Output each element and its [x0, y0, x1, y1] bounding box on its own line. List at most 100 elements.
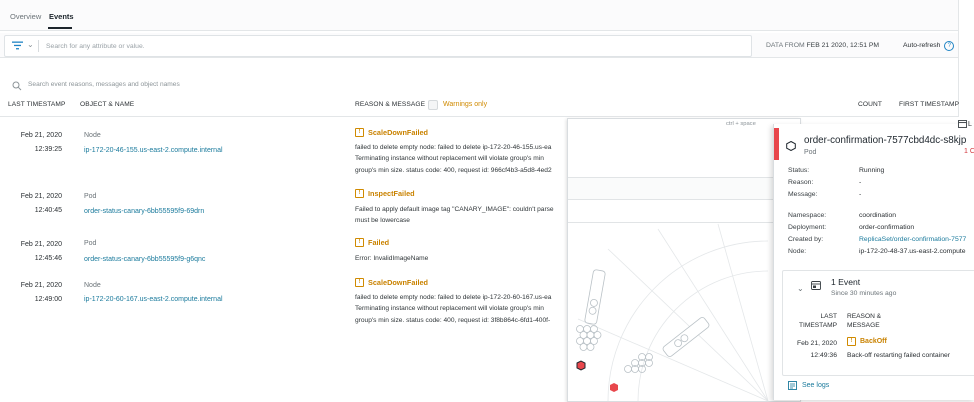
filter-icon[interactable] [12, 41, 23, 50]
field-value: Running [859, 167, 885, 174]
tab-events[interactable]: Events [49, 12, 74, 21]
row-reason-label: InspectFailed [368, 189, 415, 198]
col-count[interactable]: COUNT [858, 101, 882, 108]
events-icon [811, 281, 821, 290]
event-reason-label: BackOff [860, 338, 887, 345]
warnings-only-toggle[interactable]: Warnings only [428, 99, 487, 110]
field-value: - [859, 191, 862, 198]
events-since: Since 30 minutes ago [831, 290, 897, 297]
event-search [10, 80, 350, 92]
event-reason: ! BackOff [847, 337, 887, 346]
warning-icon: ! [355, 238, 364, 247]
col-object-name[interactable]: OBJECT & NAME [80, 101, 134, 108]
panel-label-fragment: L [968, 121, 972, 128]
row-date: Feb 21, 2020 [20, 241, 62, 248]
pod-cluster[interactable] [624, 353, 653, 373]
field-key: Status: [788, 167, 810, 174]
node-shape[interactable] [584, 269, 606, 325]
header-line: MESSAGE [847, 322, 880, 329]
created-by-link[interactable]: ReplicaSet/order-confirmation-7577 [859, 236, 966, 243]
row-message-line: failed to delete empty node: failed to d… [355, 144, 552, 151]
data-from-label: DATA FROM [766, 42, 805, 49]
row-reason: ! Failed [355, 238, 389, 247]
pod-detail-panel: order-confirmation-7577cbd4dc-s8kjp Pod … [773, 124, 974, 400]
field-value: ip-172-20-48-37.us-east-2.compute [859, 248, 966, 255]
row-time: 12:39:25 [34, 146, 62, 153]
row-message-line: Error: InvalidImageName [355, 255, 429, 262]
cluster-map-panel[interactable]: ctrl + space [567, 118, 801, 402]
row-kind: Node [84, 132, 101, 139]
search-icon [12, 81, 22, 91]
field-key: Message: [788, 191, 818, 198]
status-indicator-bar [774, 128, 779, 160]
critical-pod-marker[interactable] [610, 383, 618, 392]
chevron-down-icon[interactable]: ⌄ [797, 284, 804, 293]
row-reason-label: ScaleDownFailed [368, 128, 429, 137]
node-shape[interactable] [662, 316, 710, 357]
field-key: Created by: [788, 236, 824, 243]
data-from-value: FEB 21 2020, 12:51 PM [806, 42, 880, 49]
header-line: TIMESTAMP [799, 322, 837, 329]
help-icon[interactable]: ? [944, 41, 955, 51]
event-message: Back-off restarting failed container [847, 352, 951, 359]
col-reason-message[interactable]: REASON & MESSAGE [355, 101, 425, 108]
row-message: failed to delete empty node: failed to d… [355, 142, 567, 176]
warning-icon: ! [847, 337, 856, 346]
row-object-link[interactable]: ip-172-20-46-155.us-east-2.compute.inter… [84, 147, 223, 154]
tab-overview[interactable]: Overview [10, 12, 41, 21]
warning-icon: ! [355, 189, 364, 198]
col-last-timestamp[interactable]: LAST TIMESTAMP [8, 101, 65, 108]
issue-count[interactable]: 1 C [964, 148, 974, 155]
row-object-link[interactable]: order-status-canary-6bb55595f9-69drn [84, 208, 204, 215]
auto-refresh-toggle[interactable]: Auto-refresh ? [903, 41, 955, 51]
row-message-line: group's min size. status code: 400, requ… [355, 166, 552, 174]
row-kind: Node [84, 282, 101, 289]
col-first-timestamp[interactable]: FIRST TIMESTAMP [899, 101, 959, 108]
row-reason-label: Failed [368, 238, 390, 247]
events-section: ⌄ 1 Event Since 30 minutes ago LAST TIME… [782, 270, 974, 376]
row-time: 12:40:45 [34, 207, 62, 214]
row-timestamp: Feb 21, 2020 12:49:00 [0, 279, 62, 307]
pod-cluster[interactable] [576, 325, 602, 351]
field-key: Namespace: [788, 212, 827, 219]
data-from-range[interactable]: DATA FROM FEB 21 2020, 12:51 PM [766, 42, 879, 49]
event-time: 12:49:36 [810, 352, 837, 359]
filter-search-input[interactable] [44, 39, 738, 54]
filter-bar: ⌄ DATA FROM FEB 21 2020, 12:51 PM Auto-r… [0, 33, 958, 58]
field-key: Deployment: [788, 224, 827, 231]
row-object-link[interactable]: ip-172-20-60-167.us-east-2.compute.inter… [84, 296, 223, 303]
logs-icon [788, 381, 797, 390]
field-key: Node: [788, 248, 807, 255]
panel-icon[interactable] [958, 120, 967, 128]
field-value: - [859, 179, 862, 186]
critical-pod-marker[interactable] [576, 360, 586, 371]
see-logs-link[interactable]: See logs [788, 381, 829, 390]
active-tab-indicator [48, 27, 72, 29]
warning-icon: ! [355, 128, 364, 137]
pod-kind: Pod [804, 149, 817, 156]
row-reason: ! ScaleDownFailed [355, 128, 428, 137]
filter-box: ⌄ [4, 35, 752, 57]
row-reason-label: ScaleDownFailed [368, 278, 429, 287]
row-message-line: must be lowercase [355, 217, 410, 225]
event-search-input[interactable] [26, 80, 330, 89]
right-divider [958, 0, 959, 117]
warnings-only-checkbox[interactable] [428, 99, 438, 110]
pod-icon [786, 141, 796, 151]
row-kind: Pod [84, 193, 97, 200]
row-timestamp: Feb 21, 2020 12:40:45 [0, 190, 62, 218]
row-time: 12:49:00 [34, 296, 62, 303]
event-date: Feb 21, 2020 [796, 340, 837, 347]
row-reason: ! ScaleDownFailed [355, 278, 428, 287]
row-message: Failed to apply default image tag "CANAR… [355, 204, 567, 227]
event-timestamp: Feb 21, 2020 12:49:36 [787, 338, 837, 362]
chevron-down-icon[interactable]: ⌄ [27, 40, 34, 49]
row-message-line: Terminating instance without replacement… [355, 155, 544, 163]
row-timestamp: Feb 21, 2020 12:45:46 [0, 238, 62, 266]
cluster-map[interactable] [568, 119, 800, 401]
field-key: Reason: [788, 179, 814, 186]
row-object-link[interactable]: order-status-canary-6bb55595f9-g6qnc [84, 256, 205, 263]
row-time: 12:45:46 [34, 255, 62, 262]
col-last-timestamp: LAST TIMESTAMP [787, 312, 837, 330]
field-value: coordination [859, 212, 897, 219]
